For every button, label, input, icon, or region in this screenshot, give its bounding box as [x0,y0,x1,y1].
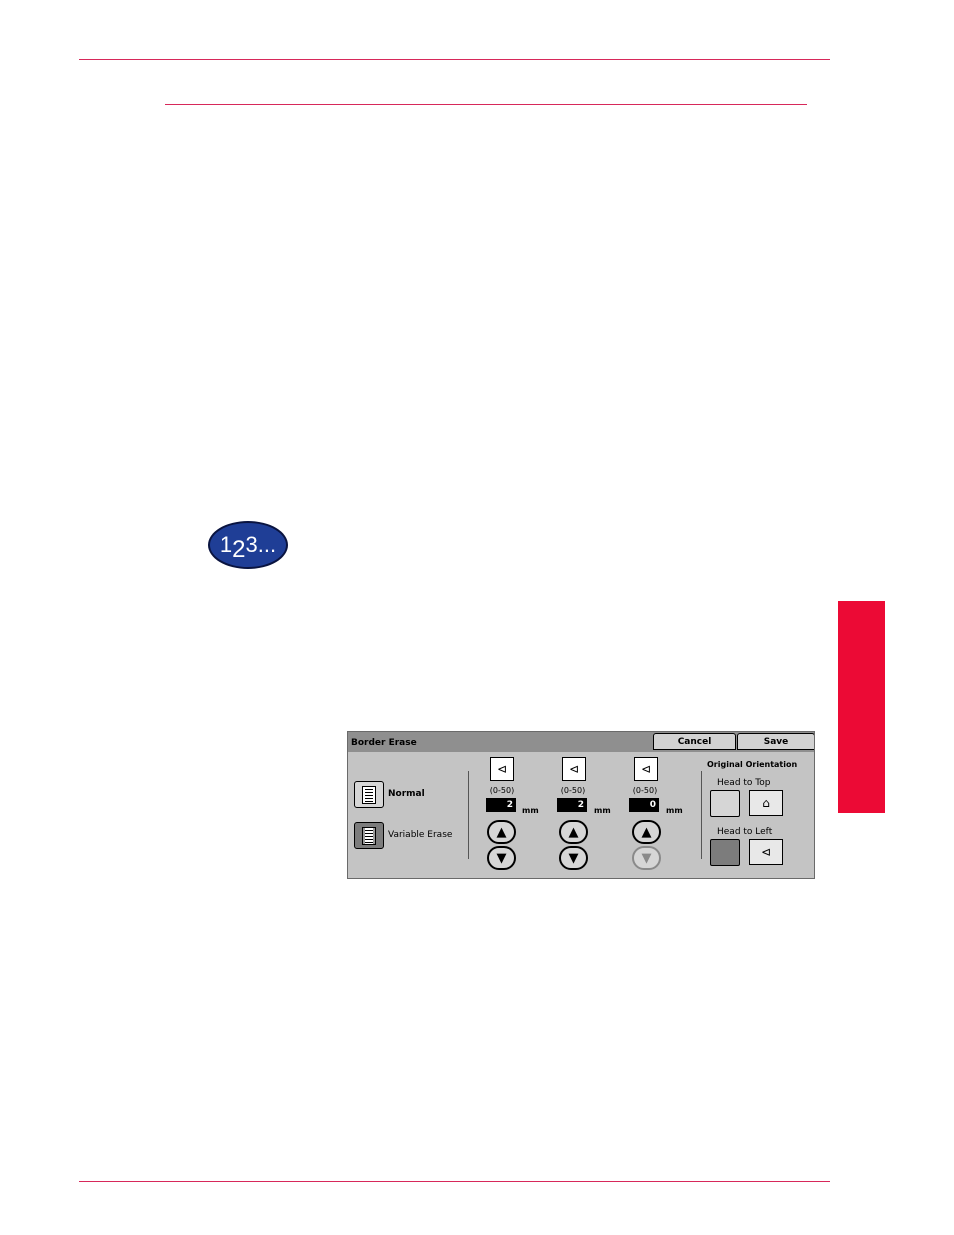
head-to-left-label: Head to Left [717,827,773,837]
edge-unit: mm [522,806,539,815]
head-to-left-icon: ⊲ [749,839,783,865]
cancel-button[interactable]: Cancel [653,733,736,750]
decrease-button[interactable]: ▼ [487,846,516,870]
step-digit-3: 3 [245,532,258,557]
dialog-titlebar: Border Erase Cancel Save [348,732,814,752]
normal-label: Normal [388,789,425,799]
increase-button[interactable]: ▲ [632,820,661,844]
edge-value-field[interactable]: 2 [557,798,587,812]
edge-range: (0-50) [560,786,586,795]
edge-range: (0-50) [632,786,658,795]
variable-erase-label: Variable Erase [388,830,453,840]
document-icon [362,826,376,845]
edge-unit: mm [594,806,611,815]
increase-button[interactable]: ▲ [487,820,516,844]
save-button[interactable]: Save [737,733,814,750]
chapter-tab [838,601,885,813]
footer-rule [79,1181,830,1182]
orientation-title: Original Orientation [707,760,798,769]
head-to-top-label: Head to Top [717,778,771,788]
variable-erase-button[interactable] [354,822,384,849]
subheader-rule [165,104,807,105]
document-icon [362,785,376,804]
head-to-left-button[interactable] [710,839,740,866]
step-digit-2: 2 [232,536,246,563]
edge-value-field[interactable]: 2 [486,798,516,812]
divider [468,771,469,859]
header-rule [79,59,830,60]
divider [701,771,702,859]
step-digit-1: 1 [219,532,233,557]
dialog-title: Border Erase [351,738,417,748]
edge-left-icon: ⊲ [562,757,586,781]
edge-center-icon: ⊲ [634,757,658,781]
edge-unit: mm [666,806,683,815]
border-erase-dialog: Border Erase Cancel Save Normal Variable… [347,731,815,879]
increase-button[interactable]: ▲ [559,820,588,844]
normal-erase-button[interactable] [354,781,384,808]
edge-range: (0-50) [489,786,515,795]
step-procedure-icon: 1 2 3... [208,521,288,569]
step-dots: ... [257,532,277,557]
edge-top-icon: ⊲ [490,757,514,781]
edge-value-field[interactable]: 0 [629,798,659,812]
head-to-top-button[interactable] [710,790,740,817]
decrease-button[interactable]: ▼ [559,846,588,870]
head-to-top-icon: ⌂ [749,790,783,816]
decrease-button-disabled: ▼ [632,846,661,870]
